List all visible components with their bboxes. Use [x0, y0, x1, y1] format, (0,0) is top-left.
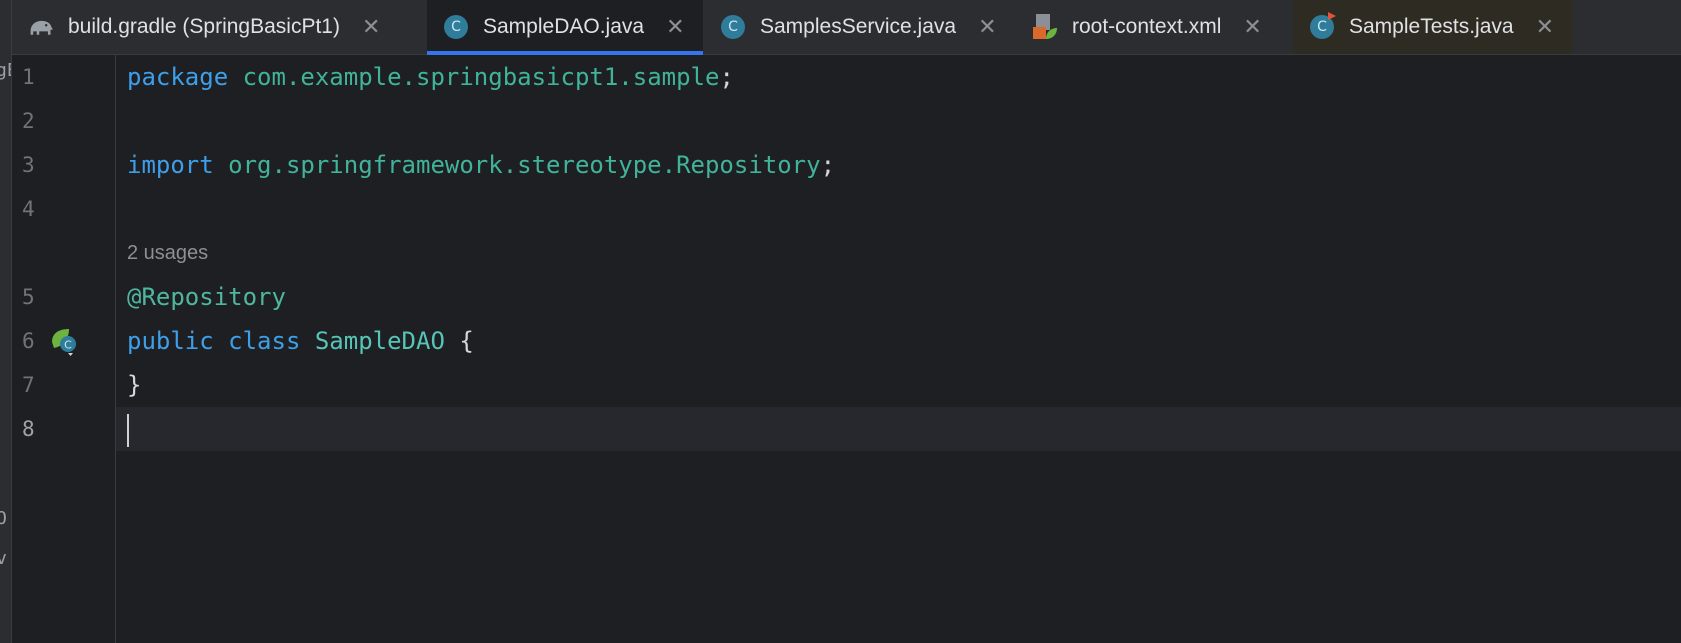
code-line[interactable]: @Repository: [127, 275, 1681, 319]
code-line[interactable]: package com.example.springbasicpt1.sampl…: [127, 55, 1681, 99]
tab-root-context-xml[interactable]: root-context.xml ✕: [1016, 0, 1293, 54]
java-test-class-icon: C: [1309, 12, 1336, 40]
left-strip-fragment: gE: [0, 60, 11, 81]
close-icon[interactable]: ✕: [978, 16, 996, 38]
close-brace: }: [127, 371, 142, 399]
tab-build-gradle[interactable]: build.gradle (SpringBasicPt1) ✕: [12, 0, 427, 54]
line-number: 6: [22, 329, 35, 353]
line-number: 7: [22, 373, 35, 397]
keyword: public: [127, 327, 214, 355]
line-number: 2: [22, 109, 35, 133]
keyword: import: [127, 151, 214, 179]
tab-samplesservice-java[interactable]: C SamplesService.java ✕: [704, 0, 1016, 54]
line-number: 4: [22, 197, 35, 221]
close-icon[interactable]: ✕: [1536, 16, 1554, 38]
class-badge-letter: C: [64, 339, 72, 352]
semicolon: ;: [719, 63, 734, 91]
java-class-icon: C: [720, 14, 746, 40]
java-class-icon: C: [443, 14, 469, 40]
code-line[interactable]: import org.springframework.stereotype.Re…: [127, 143, 1681, 187]
keyword: package: [127, 63, 229, 91]
line-number: 8: [22, 417, 35, 441]
tab-label: SampleTests.java: [1349, 15, 1514, 38]
class-name: SampleDAO: [314, 327, 445, 355]
left-tool-strip: gE O v: [0, 0, 12, 643]
semicolon: ;: [820, 151, 836, 179]
code-editor[interactable]: 1 2 3 4 5 6 7 8 C package com.example.sp…: [12, 55, 1681, 643]
tab-label: SamplesService.java: [760, 15, 957, 38]
gradle-elephant-icon: [28, 14, 54, 40]
open-brace: {: [459, 327, 474, 355]
tab-sampletests-java[interactable]: C SampleTests.java ✕: [1293, 0, 1573, 54]
close-icon[interactable]: ✕: [666, 16, 684, 38]
line-number: 1: [22, 65, 35, 89]
annotation: @Repository: [127, 283, 286, 311]
tab-label: build.gradle (SpringBasicPt1): [68, 15, 340, 38]
spring-xml-icon: [1032, 14, 1058, 40]
tab-sampledao-java[interactable]: C SampleDAO.java ✕: [427, 0, 704, 55]
usages-inlay-hint[interactable]: 2 usages: [127, 231, 208, 275]
close-icon[interactable]: ✕: [1243, 16, 1261, 38]
editor-tab-bar: build.gradle (SpringBasicPt1) ✕ C Sample…: [12, 0, 1681, 55]
line-number: 3: [22, 153, 35, 177]
code-line[interactable]: }: [127, 363, 1681, 407]
code-line[interactable]: public class SampleDAO {: [127, 319, 1681, 363]
left-strip-fragment: O: [0, 508, 7, 529]
package-name: com.example.springbasicpt1.sample: [242, 63, 720, 91]
line-number-gutter[interactable]: 1 2 3 4 5 6 7 8 C: [12, 55, 116, 643]
current-code-line[interactable]: [116, 407, 1681, 451]
import-path: org.springframework.stereotype.Repositor…: [228, 151, 821, 179]
spring-bean-icon[interactable]: C: [49, 326, 81, 358]
close-icon[interactable]: ✕: [362, 16, 380, 38]
keyword: class: [228, 327, 301, 355]
tab-label: root-context.xml: [1072, 15, 1222, 38]
line-number: 5: [22, 285, 35, 309]
left-strip-fragment: v: [0, 548, 7, 569]
tab-label: SampleDAO.java: [483, 15, 645, 38]
text-caret: [127, 413, 129, 447]
